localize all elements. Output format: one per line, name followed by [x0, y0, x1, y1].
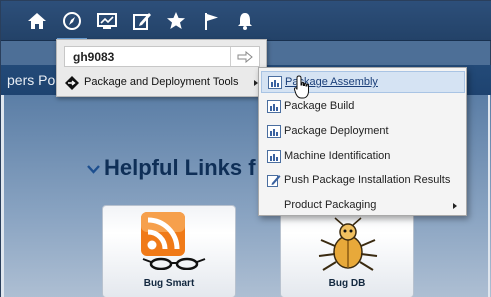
submenu-item-machine-identification[interactable]: Machine Identification: [261, 146, 465, 168]
submenu-item-label: Package Deployment: [284, 125, 389, 137]
hand-cursor-icon: [294, 75, 309, 99]
submenu-item-package-build[interactable]: Package Build: [261, 96, 465, 118]
chevron-down-icon[interactable]: [87, 162, 100, 175]
left-edge: [1, 95, 4, 297]
compass-icon[interactable]: [57, 10, 87, 41]
chart-icon: [268, 76, 282, 89]
arrow-right-icon: [237, 50, 253, 63]
submenu-item-label: Push Package Installation Results: [284, 174, 451, 186]
monitor-icon[interactable]: [96, 10, 118, 32]
chart-icon: [267, 125, 281, 138]
submenu-item-push-package-results[interactable]: Push Package Installation Results: [261, 170, 465, 192]
card-label: Bug DB: [328, 278, 366, 289]
submenu-item-label: Machine Identification: [284, 150, 391, 162]
edit-icon: [267, 175, 281, 187]
right-edge: [488, 95, 490, 297]
home-icon[interactable]: [26, 10, 48, 32]
submenu-item-product-packaging[interactable]: Product Packaging: [261, 195, 465, 217]
chart-icon: [267, 150, 281, 163]
host-dropdown: gh9083 Package and Deployment Tools: [56, 39, 267, 97]
star-icon[interactable]: [165, 10, 187, 32]
menu-item-package-deployment-tools[interactable]: Package and Deployment Tools: [57, 71, 266, 95]
card-label: Bug Smart: [143, 278, 195, 289]
submenu-item-label: Package Build: [284, 100, 355, 112]
edit-icon[interactable]: [131, 10, 153, 32]
rss-icon: [141, 212, 206, 270]
flag-icon[interactable]: [200, 10, 222, 32]
submenu-item-label: Product Packaging: [284, 199, 377, 211]
bug-icon: [318, 217, 378, 271]
link-card-bug-smart[interactable]: Bug Smart: [102, 205, 236, 297]
package-tools-submenu: Package Assembly Package Build Package D…: [258, 67, 467, 216]
top-toolbar: [1, 1, 491, 41]
chart-icon: [267, 100, 281, 113]
diamond-arrow-icon: [65, 76, 79, 90]
go-button[interactable]: [230, 47, 259, 66]
submenu-item-package-deployment[interactable]: Package Deployment: [261, 121, 465, 143]
submenu-item-package-assembly[interactable]: Package Assembly: [261, 71, 465, 93]
menu-item-label: Package and Deployment Tools: [84, 76, 239, 88]
bell-icon[interactable]: [234, 10, 256, 32]
submenu-arrow-icon: [453, 203, 457, 209]
link-card-bug-db[interactable]: Bug DB: [280, 205, 414, 297]
